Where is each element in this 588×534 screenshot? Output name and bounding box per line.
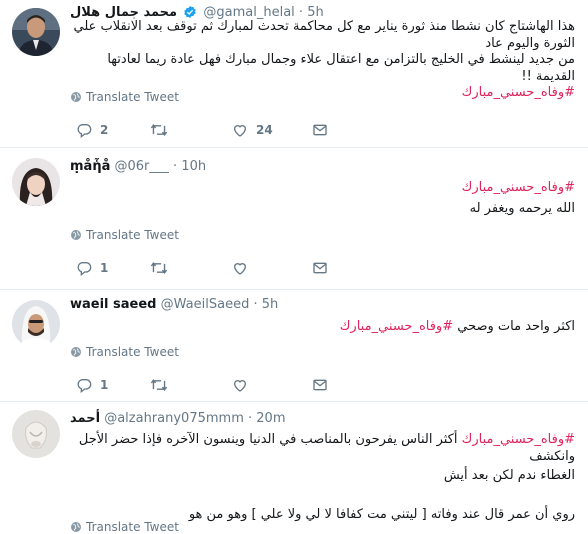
retweet-icon [150, 379, 168, 391]
tweet-text-segment: الله يرحمه ويغفر له [469, 200, 575, 216]
translate-label: Translate Tweet [86, 228, 179, 242]
tweet[interactable]: waeil saeed @WaeilSaeed · 5h اكثر واحد م… [0, 290, 588, 402]
tweet-text-segment: اكثر واحد مات وصحي [453, 319, 575, 334]
tweet-line: الله يرحمه ويغفر له [70, 201, 575, 218]
like-icon [233, 263, 247, 275]
direct-message-button[interactable] [312, 258, 328, 278]
reply-count: 1 [100, 261, 109, 275]
user-handle[interactable]: @alzahrany075mmm [104, 411, 244, 426]
reply-button[interactable]: 1 [76, 258, 108, 278]
like-count: 24 [256, 123, 273, 137]
hashtag-link[interactable]: #وفاه_حسني_مبارك [340, 319, 453, 334]
avatar[interactable] [12, 158, 60, 206]
user-handle[interactable]: @WaeilSaeed [161, 297, 250, 312]
tweet-text-segment: من جديد لينشط في الخليج بالتزامن مع اعتق… [107, 52, 575, 84]
reply-icon [77, 379, 92, 393]
dm-icon [313, 379, 327, 391]
translate-label: Translate Tweet [86, 90, 179, 104]
like-button[interactable]: 24 [232, 120, 273, 140]
avatar[interactable] [12, 8, 60, 56]
retweet-button[interactable] [150, 375, 176, 395]
separator-dot: · [248, 411, 253, 426]
retweet-icon [150, 262, 168, 274]
translate-tweet-link[interactable]: Translate Tweet [70, 520, 179, 534]
display-name[interactable]: ṃåἧå [70, 159, 110, 174]
timestamp[interactable]: 5h [262, 297, 279, 312]
translate-label: Translate Tweet [86, 520, 179, 534]
tweet-text: #وفاه_حسني_مبارك الله يرحمه ويغفر له [70, 180, 575, 217]
globe-icon [71, 92, 81, 102]
separator-dot: · [298, 5, 304, 20]
separator-dot: · [173, 159, 178, 174]
translate-label: Translate Tweet [86, 345, 179, 359]
timestamp[interactable]: 10h [181, 159, 206, 174]
avatar[interactable] [12, 300, 60, 348]
tweet-actions: 1 [70, 375, 340, 395]
tweet[interactable]: أحمد @alzahrany075mmm · 20m #وفاه_حسني_م… [0, 402, 588, 534]
reply-count: 1 [100, 378, 109, 392]
tweet-header: waeil saeed @WaeilSaeed · 5h [70, 296, 278, 314]
tweet-line: من جديد لينشط في الخليج بالتزامن مع اعتق… [70, 52, 575, 85]
hashtag-link[interactable]: #وفاه_حسني_مبارك [462, 432, 575, 447]
reply-icon [77, 124, 92, 138]
tweet-line: #وفاه_حسني_مبارك أكثر الناس يفرحون بالمن… [70, 432, 575, 465]
tweet-line: الغطاء ندم لكن بعد أيش [70, 468, 575, 485]
globe-icon [71, 522, 81, 532]
display-name[interactable]: أحمد [70, 411, 100, 426]
tweet[interactable]: محمد جمال هلال @gamal_helal · 5h هذا اله… [0, 0, 588, 148]
reply-count: 2 [100, 123, 109, 137]
dm-icon [313, 262, 327, 274]
tweet-line [70, 485, 575, 503]
translate-tweet-link[interactable]: Translate Tweet [70, 345, 179, 359]
tweet-line: هذا الهاشتاج كان نشطا منذ ثورة يناير مع … [70, 19, 576, 52]
reply-icon [77, 262, 92, 276]
tweet-line: اكثر واحد مات وصحي #وفاه_حسني_مبارك [70, 319, 575, 336]
translate-tweet-link[interactable]: Translate Tweet [70, 228, 179, 242]
timestamp[interactable]: 5h [307, 5, 324, 20]
avatar[interactable] [12, 410, 60, 458]
globe-icon [71, 347, 81, 357]
tweet-text-segment: الغطاء ندم لكن بعد أيش [443, 468, 575, 483]
tweet-actions: 1 [70, 258, 340, 278]
tweet-text: #وفاه_حسني_مبارك أكثر الناس يفرحون بالمن… [70, 432, 575, 523]
display-name[interactable]: محمد جمال هلال [70, 5, 177, 20]
retweet-button[interactable] [150, 258, 176, 278]
user-handle[interactable]: @06r___ [115, 159, 169, 174]
timestamp[interactable]: 20m [256, 411, 285, 426]
separator-dot: · [253, 297, 258, 312]
reply-button[interactable]: 2 [76, 120, 108, 140]
display-name[interactable]: waeil saeed [70, 297, 157, 312]
tweet-text-segment: هذا الهاشتاج كان نشطا منذ ثورة يناير مع … [73, 19, 576, 51]
user-handle[interactable]: @gamal_helal [203, 5, 294, 20]
dm-icon [313, 124, 327, 136]
hashtag-link[interactable]: #وفاه_حسني_مبارك [462, 85, 575, 100]
tweet-header: أحمد @alzahrany075mmm · 20m [70, 410, 286, 428]
tweet-text: اكثر واحد مات وصحي #وفاه_حسني_مبارك [70, 319, 575, 336]
like-icon [233, 380, 247, 392]
like-icon [233, 125, 247, 137]
tweet-actions: 2 24 [70, 120, 340, 140]
retweet-button[interactable] [150, 120, 176, 140]
tweet[interactable]: ṃåἧå @06r___ · 10h #وفاه_حسني_مبارك الله… [0, 148, 588, 290]
reply-button[interactable]: 1 [76, 375, 108, 395]
tweet-text-segment: روي أن عمر قال عند وفاته [ ليتني مت كفاف… [188, 506, 575, 522]
tweet-header: ṃåἧå @06r___ · 10h [70, 158, 206, 176]
direct-message-button[interactable] [312, 120, 328, 140]
translate-tweet-link[interactable]: Translate Tweet [70, 90, 179, 104]
hashtag-link[interactable]: #وفاه_حسني_مبارك [462, 180, 575, 195]
tweet-line: #وفاه_حسني_مبارك [70, 180, 575, 197]
like-button[interactable] [232, 375, 256, 395]
like-button[interactable] [232, 258, 256, 278]
globe-icon [71, 230, 81, 240]
retweet-icon [150, 124, 168, 136]
direct-message-button[interactable] [312, 375, 328, 395]
